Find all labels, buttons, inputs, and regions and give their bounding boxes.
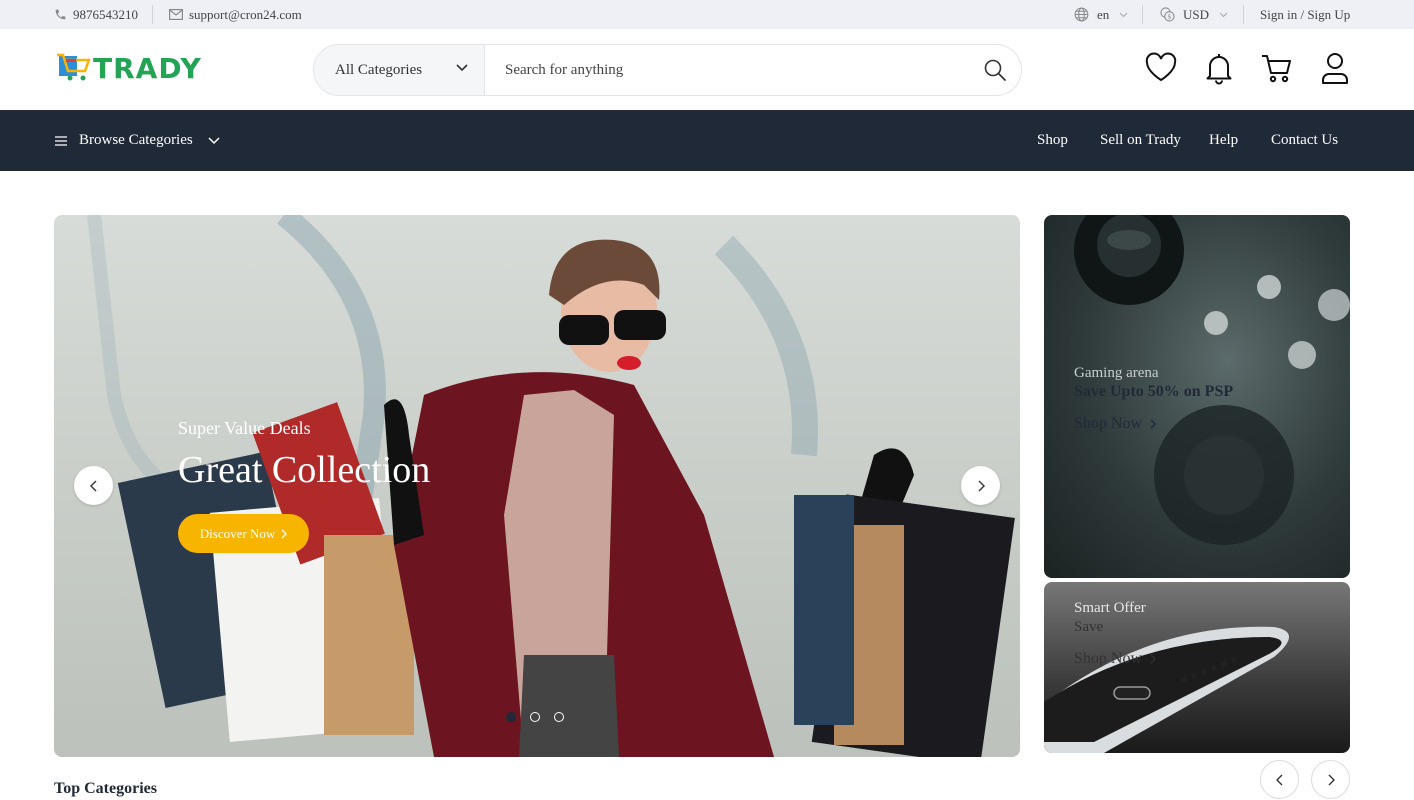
hero-title: Great Collection: [178, 449, 431, 491]
smart-offer-subtitle: Smart Offer: [1074, 600, 1146, 616]
nav-bar: Browse Categories Shop Sell on Trady Hel…: [0, 110, 1414, 171]
currency-value: USD: [1183, 6, 1210, 22]
hero-next-button[interactable]: [961, 466, 1000, 505]
nav-link-contact[interactable]: Contact Us: [1271, 110, 1338, 171]
search-input[interactable]: [485, 45, 1021, 95]
nav-link-shop[interactable]: Shop: [1037, 110, 1068, 171]
categories-prev-button[interactable]: [1260, 760, 1299, 799]
category-select[interactable]: All Categories: [314, 45, 485, 95]
chevron-left-icon: [89, 480, 96, 491]
currency-selector[interactable]: $ USD: [1160, 0, 1228, 29]
chevron-right-icon: [1150, 654, 1156, 664]
nav-link-help[interactable]: Help: [1209, 110, 1238, 171]
chevron-right-icon: [281, 529, 288, 538]
logo-text: TRADY: [93, 51, 202, 85]
smart-offer-title: Save: [1074, 619, 1104, 635]
chevron-down-icon: [456, 64, 468, 72]
site-logo[interactable]: TRADY: [57, 51, 202, 85]
browse-categories-label: Browse Categories: [79, 132, 193, 148]
smart-shop-now-link[interactable]: Shop Now: [1074, 650, 1156, 668]
phone-icon: [55, 9, 66, 20]
categories-next-button[interactable]: [1311, 760, 1350, 799]
discover-now-label: Discover Now: [199, 525, 276, 541]
menu-icon: [55, 135, 67, 146]
hero-subtitle: Super Value Deals: [178, 418, 311, 438]
sign-in-link[interactable]: Sign in / Sign Up: [1260, 0, 1350, 29]
chevron-right-icon: [978, 480, 985, 491]
divider: [152, 5, 153, 24]
language-selector[interactable]: en: [1074, 0, 1128, 29]
email-address: support@cron24.com: [189, 6, 302, 22]
search-bar: All Categories: [313, 44, 1022, 96]
user-icon[interactable]: [1318, 51, 1352, 85]
cart-icon[interactable]: [1260, 51, 1294, 85]
mail-icon: [169, 9, 183, 20]
category-select-value: All Categories: [335, 61, 423, 78]
chevron-down-icon: [1219, 12, 1228, 17]
chevron-left-icon: [1275, 774, 1282, 785]
top-bar: 9876543210 support@cron24.com en $ USD S…: [0, 0, 1414, 29]
slider-dots: [506, 712, 564, 722]
gaming-banner[interactable]: Gaming arena Save Upto 50% on PSP Shop N…: [1044, 215, 1350, 578]
discover-now-button[interactable]: Discover Now: [178, 514, 309, 553]
bell-icon[interactable]: [1202, 51, 1236, 85]
globe-icon: [1074, 7, 1089, 22]
divider: [1142, 5, 1143, 24]
smart-shop-now-label: Shop Now: [1074, 650, 1143, 667]
hero-slider: Super Value Deals Great Collection Disco…: [54, 215, 1020, 757]
chevron-down-icon: [208, 136, 220, 144]
slider-dot[interactable]: [506, 712, 516, 722]
heart-icon[interactable]: [1144, 51, 1178, 85]
nav-link-sell[interactable]: Sell on Trady: [1100, 110, 1181, 171]
top-categories-heading: Top Categories: [54, 780, 157, 797]
gaming-banner-subtitle: Gaming arena: [1074, 365, 1159, 381]
chevron-right-icon: [1328, 774, 1335, 785]
sign-in-label: Sign in / Sign Up: [1260, 6, 1351, 22]
phone-number: 9876543210: [73, 6, 138, 22]
svg-text:$: $: [1167, 13, 1171, 21]
slider-dot[interactable]: [554, 712, 564, 722]
gaming-shop-now-link[interactable]: Shop Now: [1074, 415, 1156, 433]
coins-icon: $: [1160, 7, 1175, 22]
phone-contact[interactable]: 9876543210: [54, 0, 138, 29]
gaming-shop-now-label: Shop Now: [1074, 415, 1143, 432]
browse-categories-button[interactable]: Browse Categories: [55, 110, 220, 171]
search-icon[interactable]: [983, 58, 1007, 82]
slider-dot[interactable]: [530, 712, 540, 722]
hero-prev-button[interactable]: [74, 466, 113, 505]
cart-logo-icon: [57, 53, 91, 81]
smart-offer-banner[interactable]: Smart Offer Save Shop Now: [1044, 582, 1350, 753]
chevron-down-icon: [1119, 12, 1128, 17]
main-header: TRADY All Categories: [0, 29, 1414, 110]
chevron-right-icon: [1150, 419, 1156, 429]
email-contact[interactable]: support@cron24.com: [169, 0, 302, 29]
language-value: en: [1097, 6, 1110, 22]
gaming-banner-title: Save Upto 50% on PSP: [1074, 383, 1234, 400]
divider: [1243, 5, 1244, 24]
